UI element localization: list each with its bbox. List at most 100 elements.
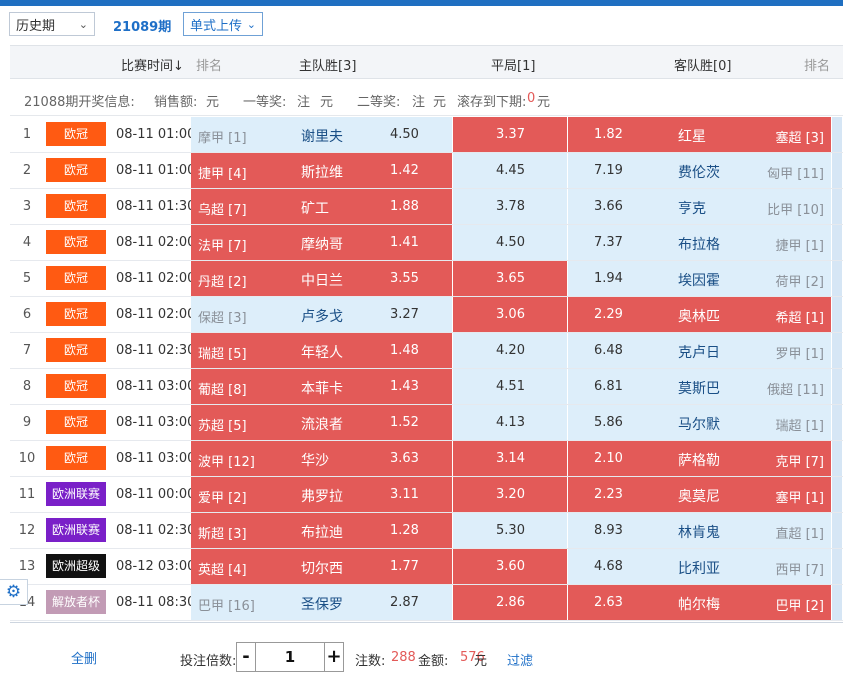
draw-option[interactable]: 3.06 [453,297,568,332]
gear-icon[interactable]: ⚙ [0,579,28,605]
row-more-handle[interactable] [832,369,843,404]
row-more-handle[interactable] [832,441,843,476]
home-odds: 3.27 [390,307,419,322]
bets-label: 注数: [355,654,386,669]
rollover-unit: 元 [537,95,551,110]
away-win-option[interactable]: 1.94 埃因霍 荷甲 [2] [568,261,832,296]
away-rank: 希超 [1] [775,311,824,326]
row-more-handle[interactable] [832,153,843,188]
home-rank: 波甲 [12] [198,455,255,470]
home-win-option[interactable]: 英超 [4] 切尔西 1.77 [191,549,453,584]
home-win-option[interactable]: 爱甲 [2] 弗罗拉 3.11 [191,477,453,512]
draw-option[interactable]: 4.45 [453,153,568,188]
row-more-handle[interactable] [832,405,843,440]
away-win-option[interactable]: 6.48 克卢日 罗甲 [1] [568,333,832,368]
away-team: 埃因霍 [678,273,720,289]
draw-odds: 4.45 [496,163,525,178]
away-win-option[interactable]: 5.86 马尔默 瑞超 [1] [568,405,832,440]
draw-option[interactable]: 4.20 [453,333,568,368]
row-more-handle[interactable] [832,513,843,548]
first-prize-unit: 元 [320,95,334,110]
match-number: 7 [22,343,32,358]
row-more-handle[interactable] [832,261,843,296]
away-odds: 2.63 [594,595,623,610]
home-team: 圣保罗 [301,597,343,613]
away-team: 红星 [678,129,706,145]
row-more-handle[interactable] [832,477,843,512]
home-win-option[interactable]: 摩甲 [1] 谢里夫 4.50 [191,117,453,152]
match-time: 08-11 03:00 [116,379,196,394]
draw-option[interactable]: 3.78 [453,189,568,224]
away-win-option[interactable]: 3.66 亨克 比甲 [10] [568,189,832,224]
match-time: 08-11 08:30 [116,595,196,610]
away-win-option[interactable]: 6.81 莫斯巴 俄超 [11] [568,369,832,404]
row-more-handle[interactable] [832,333,843,368]
draw-option[interactable]: 3.20 [453,477,568,512]
match-row: 2 欧冠 08-11 01:00 捷甲 [4] 斯拉维 1.42 4.45 7.19 费伦茨 匈甲… [10,153,843,189]
draw-option[interactable]: 4.13 [453,405,568,440]
away-win-option[interactable]: 2.63 帕尔梅 巴甲 [2] [568,585,832,620]
draw-option[interactable]: 3.60 [453,549,568,584]
home-team: 中日兰 [301,273,343,289]
league-badge: 欧冠 [46,410,106,434]
draw-option[interactable]: 4.50 [453,225,568,260]
home-rank: 乌超 [7] [198,203,247,218]
away-win-option[interactable]: 7.19 费伦茨 匈甲 [11] [568,153,832,188]
draw-option[interactable]: 3.14 [453,441,568,476]
away-rank: 匈甲 [11] [767,167,824,182]
row-more-handle[interactable] [832,225,843,260]
draw-option[interactable]: 3.65 [453,261,568,296]
away-rank: 瑞超 [1] [775,419,824,434]
row-more-handle[interactable] [832,189,843,224]
away-win-option[interactable]: 4.68 比利亚 西甲 [7] [568,549,832,584]
draw-option[interactable]: 2.86 [453,585,568,620]
header-home-win: 主队胜[3] [299,59,357,74]
row-more-handle[interactable] [832,117,843,152]
home-win-option[interactable]: 丹超 [2] 中日兰 3.55 [191,261,453,296]
row-more-handle[interactable] [832,549,843,584]
away-win-option[interactable]: 2.23 奥莫尼 塞甲 [1] [568,477,832,512]
home-win-option[interactable]: 瑞超 [5] 年轻人 1.48 [191,333,453,368]
home-win-option[interactable]: 葡超 [8] 本菲卡 1.43 [191,369,453,404]
away-win-option[interactable]: 1.82 红星 塞超 [3] [568,117,832,152]
away-team: 奥林匹 [678,309,720,325]
home-win-option[interactable]: 乌超 [7] 矿工 1.88 [191,189,453,224]
upload-mode-select[interactable]: 单式上传 ⌄ [183,12,263,36]
home-win-option[interactable]: 捷甲 [4] 斯拉维 1.42 [191,153,453,188]
home-win-option[interactable]: 保超 [3] 卢多戈 3.27 [191,297,453,332]
away-win-option[interactable]: 2.29 奥林匹 希超 [1] [568,297,832,332]
away-odds: 8.93 [594,523,623,538]
home-win-option[interactable]: 法甲 [7] 摩纳哥 1.41 [191,225,453,260]
away-win-option[interactable]: 8.93 林肯鬼 直超 [1] [568,513,832,548]
multiplier-increment-button[interactable]: + [324,642,344,672]
multiplier-decrement-button[interactable]: - [236,642,256,672]
match-row: 13 欧洲超级 08-12 03:00 英超 [4] 切尔西 1.77 3.60 4.68 比利… [10,549,843,585]
row-more-handle[interactable] [832,585,843,620]
draw-option[interactable]: 3.37 [453,117,568,152]
home-team: 摩纳哥 [301,237,343,253]
away-rank: 直超 [1] [775,527,824,542]
match-time: 08-11 03:00 [116,415,196,430]
home-win-option[interactable]: 苏超 [5] 流浪者 1.52 [191,405,453,440]
clear-all-button[interactable]: 全删 [71,648,97,667]
home-odds: 1.42 [390,163,419,178]
history-period-select[interactable]: 历史期 ⌄ [9,12,95,36]
home-odds: 1.52 [390,415,419,430]
home-rank: 丹超 [2] [198,275,247,290]
header-time-sort[interactable]: 比赛时间↓ [121,55,184,74]
away-rank: 西甲 [7] [775,563,824,578]
away-win-option[interactable]: 7.37 布拉格 捷甲 [1] [568,225,832,260]
row-more-handle[interactable] [832,297,843,332]
rollover-label: 滚存到下期: [457,95,527,110]
home-win-option[interactable]: 巴甲 [16] 圣保罗 2.87 [191,585,453,620]
upload-mode-label: 单式上传 [190,18,243,34]
away-win-option[interactable]: 2.10 萨格勒 克甲 [7] [568,441,832,476]
home-win-option[interactable]: 斯超 [3] 布拉迪 1.28 [191,513,453,548]
multiplier-input[interactable]: 1 [256,642,324,672]
draw-option[interactable]: 5.30 [453,513,568,548]
filter-button[interactable]: 过滤 [507,650,533,669]
home-rank: 苏超 [5] [198,419,247,434]
draw-option[interactable]: 4.51 [453,369,568,404]
league-badge: 欧冠 [46,338,106,362]
home-win-option[interactable]: 波甲 [12] 华沙 3.63 [191,441,453,476]
